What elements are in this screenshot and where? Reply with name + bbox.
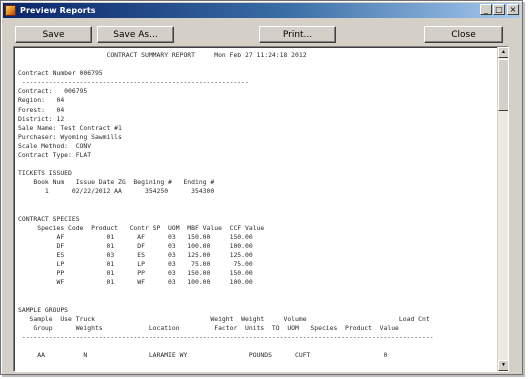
vertical-scrollbar[interactable]: ▲ ▼ bbox=[497, 47, 508, 371]
forest-field: Forest: 04 bbox=[18, 105, 65, 114]
species-row: LP 01 LP 03 75.00 75.00 bbox=[18, 260, 253, 269]
species-row: AF 01 AF 03 150.00 150.00 bbox=[18, 232, 253, 241]
sample-groups-rule: ----------------------------------------… bbox=[18, 332, 434, 341]
close-button[interactable]: Close bbox=[424, 26, 503, 43]
title-bar[interactable]: Preview Reports _ □ × bbox=[3, 3, 520, 18]
report-header: CONTRACT SUMMARY REPORT Mon Feb 27 11:24… bbox=[18, 51, 307, 59]
species-row: WF 01 WF 03 100.00 100.00 bbox=[18, 278, 253, 287]
report-spacer: ​ bbox=[18, 60, 494, 69]
toolbar: Save Save As... Print... Close bbox=[1, 21, 522, 48]
sale-name-field: Sale Name: Test Contract #1 bbox=[18, 123, 122, 132]
report-spacer: ​ bbox=[18, 197, 494, 206]
close-icon[interactable]: × bbox=[507, 4, 519, 15]
tickets-columns: Book Num Issue Date ZG Begining # Ending… bbox=[18, 178, 215, 187]
scroll-thumb[interactable] bbox=[498, 59, 508, 111]
report-viewer[interactable]: CONTRACT SUMMARY REPORT Mon Feb 27 11:24… bbox=[13, 46, 509, 372]
scale-method-field: Scale Method: CONV bbox=[18, 141, 92, 150]
window-title: Preview Reports bbox=[20, 6, 96, 15]
report-text: CONTRACT SUMMARY REPORT Mon Feb 27 11:24… bbox=[18, 51, 494, 360]
species-heading: CONTRACT SPECIES bbox=[18, 214, 80, 223]
report-spacer: ​ bbox=[18, 342, 494, 351]
purchaser-field: Purchaser: Wyoming Sawmills bbox=[18, 132, 122, 141]
species-row: ES 03 ES 03 125.00 125.00 bbox=[18, 251, 253, 260]
species-columns: Species Code Product Contr SP UOM MBF Va… bbox=[18, 223, 265, 232]
maximize-icon[interactable]: □ bbox=[493, 4, 505, 15]
scroll-down-arrow-icon[interactable]: ▼ bbox=[498, 360, 508, 371]
print-button[interactable]: Print... bbox=[259, 26, 336, 43]
tickets-row: 1 02/22/2012 AA 354250 354300 bbox=[18, 187, 215, 196]
sample-groups-header-1: Sample Use Truck Weight Weight Volume Lo… bbox=[18, 314, 430, 323]
species-row: PP 01 PP 03 150.00 150.00 bbox=[18, 269, 253, 278]
sample-groups-header-2: Group Weights Location Factor Units TO U… bbox=[18, 323, 399, 332]
save-button[interactable]: Save bbox=[15, 26, 92, 43]
save-as-button[interactable]: Save As... bbox=[97, 26, 174, 43]
app-icon bbox=[5, 5, 16, 16]
sample-groups-row: AA N LARAMIE WY POUNDS CUFT 0 bbox=[18, 351, 388, 360]
district-field: District: 12 bbox=[18, 114, 65, 123]
report-spacer: ​ bbox=[18, 206, 494, 215]
report-rule: ----------------------------------------… bbox=[18, 78, 249, 87]
report-spacer: ​ bbox=[18, 297, 494, 306]
window-controls: _ □ × bbox=[479, 4, 519, 15]
report-spacer: ​ bbox=[18, 160, 494, 169]
tickets-heading: TICKETS ISSUED bbox=[18, 169, 72, 178]
preview-reports-window: Preview Reports _ □ × Save Save As... Pr… bbox=[0, 0, 523, 375]
report-spacer: ​ bbox=[18, 287, 494, 296]
contract-field: Contract: 006795 bbox=[18, 87, 88, 96]
species-row: DF 01 DF 03 100.00 100.00 bbox=[18, 241, 253, 250]
region-field: Region: 04 bbox=[18, 96, 65, 105]
sample-groups-heading: SAMPLE GROUPS bbox=[18, 305, 69, 314]
contract-number: Contract Number 006795 bbox=[18, 69, 103, 78]
minimize-icon[interactable]: _ bbox=[480, 4, 492, 15]
scroll-up-arrow-icon[interactable]: ▲ bbox=[498, 47, 508, 58]
contract-type-field: Contract Type: FLAT bbox=[18, 151, 92, 160]
